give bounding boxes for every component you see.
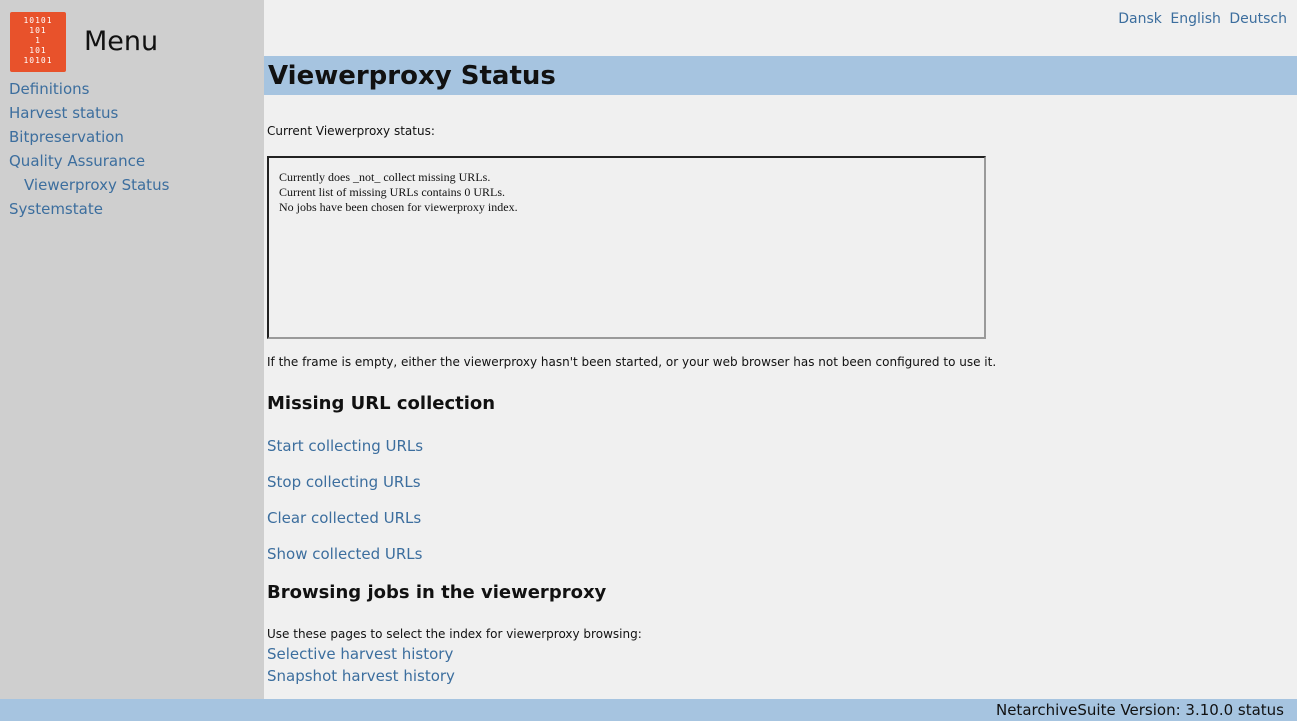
browsing-item: Selective harvest history xyxy=(267,644,455,666)
sidebar-item-quality-assurance: Quality Assurance xyxy=(9,151,169,175)
menu-title: Menu xyxy=(84,26,159,57)
sidebar-item-definitions: Definitions xyxy=(9,79,169,103)
missing-url-item: Start collecting URLs xyxy=(267,436,423,472)
sidebar-item-harvest-status: Harvest status xyxy=(9,103,169,127)
sidebar-link-systemstate[interactable]: Systemstate xyxy=(9,200,103,218)
sidebar: 10101 101 1 101 10101 Menu Definitions H… xyxy=(0,0,264,699)
missing-url-item: Stop collecting URLs xyxy=(267,472,423,508)
title-bar: Viewerproxy Status xyxy=(264,56,1297,95)
netarchive-logo-icon[interactable]: 10101 101 1 101 10101 xyxy=(10,12,66,72)
logo-row: 101 xyxy=(29,26,47,35)
start-collecting-link[interactable]: Start collecting URLs xyxy=(267,437,423,455)
language-link-dansk[interactable]: Dansk xyxy=(1118,11,1162,27)
missing-url-links: Start collecting URLs Stop collecting UR… xyxy=(267,436,423,580)
logo-row: 101 xyxy=(29,46,47,55)
missing-url-item: Show collected URLs xyxy=(267,544,423,580)
language-link-deutsch[interactable]: Deutsch xyxy=(1229,11,1287,27)
selective-harvest-history-link[interactable]: Selective harvest history xyxy=(267,645,453,663)
clear-collected-link[interactable]: Clear collected URLs xyxy=(267,509,421,527)
version-text: NetarchiveSuite Version: 3.10.0 status xyxy=(995,701,1284,719)
page: 10101 101 1 101 10101 Menu Definitions H… xyxy=(0,0,1297,721)
page-title: Viewerproxy Status xyxy=(268,61,556,91)
frame-note: If the frame is empty, either the viewer… xyxy=(267,355,997,369)
browsing-links: Selective harvest history Snapshot harve… xyxy=(267,644,455,688)
sidebar-link-harvest-status[interactable]: Harvest status xyxy=(9,104,118,122)
logo-row: 1 xyxy=(35,36,41,45)
logo-row: 10101 xyxy=(23,16,53,25)
browsing-intro: Use these pages to select the index for … xyxy=(267,627,642,641)
status-frame[interactable]: Currently does _not_ collect missing URL… xyxy=(267,156,986,339)
language-link-english[interactable]: English xyxy=(1170,11,1221,27)
sidebar-link-viewerproxy-status[interactable]: Viewerproxy Status xyxy=(24,176,169,194)
snapshot-harvest-history-link[interactable]: Snapshot harvest history xyxy=(267,667,455,685)
sidebar-link-bitpreservation[interactable]: Bitpreservation xyxy=(9,128,124,146)
status-label: Current Viewerproxy status: xyxy=(267,124,435,138)
missing-url-heading: Missing URL collection xyxy=(267,393,496,414)
stop-collecting-link[interactable]: Stop collecting URLs xyxy=(267,473,421,491)
show-collected-link[interactable]: Show collected URLs xyxy=(267,545,422,563)
language-selector: Dansk English Deutsch xyxy=(1114,11,1287,27)
sidebar-item-bitpreservation: Bitpreservation xyxy=(9,127,169,151)
sidebar-item-systemstate: Systemstate xyxy=(9,199,169,223)
sidebar-item-viewerproxy-status: Viewerproxy Status xyxy=(9,175,169,199)
browsing-item: Snapshot harvest history xyxy=(267,666,455,688)
sidebar-link-quality-assurance[interactable]: Quality Assurance xyxy=(9,152,145,170)
missing-url-item: Clear collected URLs xyxy=(267,508,423,544)
footer: NetarchiveSuite Version: 3.10.0 status xyxy=(0,699,1297,721)
logo-row: 10101 xyxy=(23,56,53,65)
browsing-jobs-heading: Browsing jobs in the viewerproxy xyxy=(267,582,607,603)
sidebar-link-definitions[interactable]: Definitions xyxy=(9,80,89,98)
sidebar-menu: Definitions Harvest status Bitpreservati… xyxy=(9,79,169,223)
